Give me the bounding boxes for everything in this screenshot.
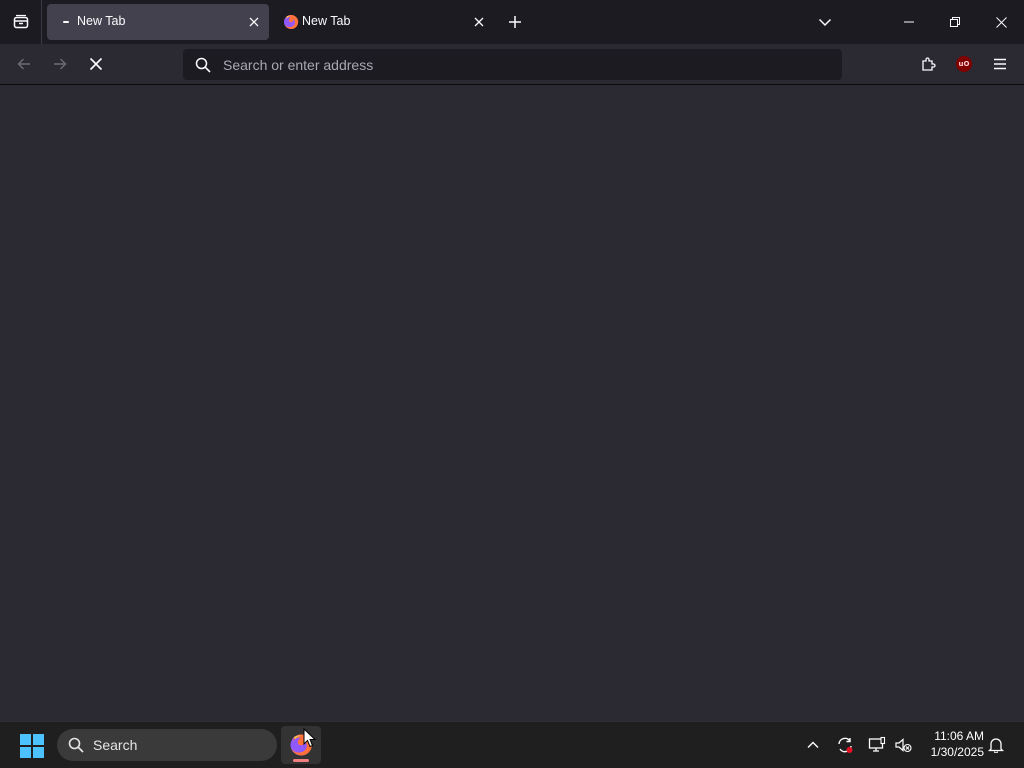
close-window-button[interactable] — [978, 0, 1024, 44]
notification-center-button[interactable] — [982, 731, 1010, 759]
stop-button[interactable] — [82, 50, 110, 78]
firefox-icon — [282, 13, 300, 31]
tab-close-button[interactable] — [470, 13, 488, 31]
tab-new-tab-1[interactable]: New Tab — [47, 4, 269, 40]
minimize-button[interactable] — [886, 0, 932, 44]
page-content[interactable] — [0, 85, 1024, 721]
sync-status-button[interactable] — [831, 731, 859, 759]
search-icon — [67, 736, 85, 754]
tab-new-tab-2[interactable]: New Tab — [272, 4, 494, 40]
arrow-left-icon — [17, 58, 30, 70]
tab-title: New Tab — [77, 14, 126, 28]
chevron-up-icon — [807, 741, 819, 748]
sync-icon — [838, 737, 853, 753]
minimize-icon — [904, 21, 914, 23]
volume-button[interactable] — [889, 731, 917, 759]
forward-button[interactable] — [46, 50, 74, 78]
puzzle-icon — [922, 57, 936, 71]
network-icon — [868, 736, 886, 752]
show-hidden-icons-button[interactable] — [799, 731, 827, 759]
clock-time: 11:06 AM — [934, 729, 984, 743]
new-tab-button[interactable] — [502, 9, 528, 35]
network-button[interactable] — [863, 731, 891, 759]
address-input[interactable] — [223, 49, 823, 80]
back-button[interactable] — [10, 50, 38, 78]
running-app-indicator — [293, 759, 309, 762]
app-menu-button[interactable] — [986, 50, 1014, 78]
start-button[interactable] — [14, 730, 50, 762]
tab-manager-icon — [13, 14, 28, 29]
search-icon — [193, 55, 213, 75]
bell-icon — [988, 738, 1004, 753]
taskbar: Search 11:06 AM 1/30/2025 — [0, 721, 1024, 768]
taskbar-search-box[interactable]: Search — [57, 729, 277, 761]
tab-title: New Tab — [302, 14, 351, 28]
tab-close-button[interactable] — [245, 13, 263, 31]
extensions-button[interactable] — [914, 50, 942, 78]
plus-icon — [509, 16, 521, 28]
restore-button[interactable] — [932, 0, 978, 44]
close-icon — [249, 17, 259, 27]
list-all-tabs-button[interactable] — [812, 9, 838, 35]
arrow-right-icon — [54, 58, 67, 70]
chevron-down-icon — [818, 18, 832, 27]
volume-muted-icon — [895, 738, 912, 753]
system-clock[interactable]: 11:06 AM 1/30/2025 — [920, 728, 984, 762]
hamburger-icon — [994, 58, 1006, 70]
close-icon — [474, 17, 484, 27]
clock-date: 1/30/2025 — [930, 745, 984, 759]
windows-logo-icon — [20, 734, 44, 758]
navigation-toolbar: uO — [0, 44, 1024, 85]
taskbar-search-label: Search — [93, 737, 138, 753]
loading-throbber-icon — [57, 13, 75, 31]
tab-strip: New Tab New Tab — [0, 0, 1024, 44]
stop-icon — [89, 57, 103, 71]
address-bar[interactable] — [183, 49, 842, 80]
tab-manager-button[interactable] — [0, 0, 42, 44]
ublock-origin-icon: uO — [956, 56, 972, 72]
close-icon — [995, 16, 1007, 28]
screen: New Tab New Tab Search or enter address … — [0, 0, 1024, 768]
ublock-origin-button[interactable]: uO — [950, 50, 978, 78]
restore-icon — [950, 17, 960, 27]
mouse-cursor-icon — [303, 728, 317, 748]
